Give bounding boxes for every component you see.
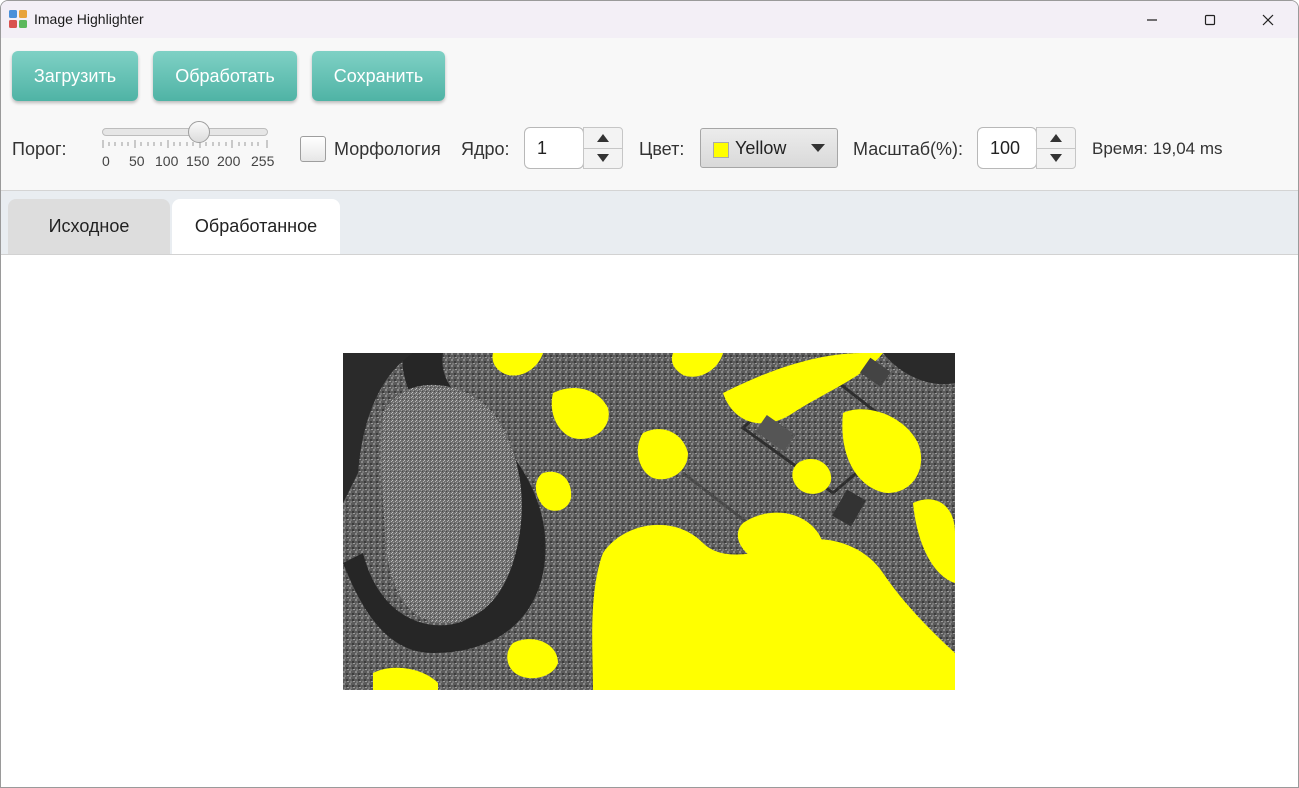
kernel-input[interactable]: 1: [524, 127, 584, 169]
kernel-stepper: [583, 127, 623, 169]
color-select-value: Yellow: [735, 138, 787, 158]
threshold-ticks: [102, 140, 268, 148]
maximize-button[interactable]: [1181, 1, 1239, 38]
threshold-slider-thumb[interactable]: [188, 121, 210, 143]
tick-label: 255: [251, 153, 275, 169]
kernel-label: Ядро:: [461, 139, 510, 159]
scale-label: Масштаб(%):: [853, 139, 964, 159]
threshold-label: Порог:: [12, 139, 67, 159]
title-bar: Image Highlighter: [1, 1, 1298, 38]
processing-time: Время: 19,04 ms: [1092, 139, 1223, 158]
scale-stepper: [1036, 127, 1076, 169]
tick-label: 100: [155, 153, 179, 169]
color-label: Цвет:: [639, 139, 685, 159]
processed-image: [343, 353, 955, 690]
content-area: [1, 255, 1298, 787]
minimize-icon: [1147, 18, 1157, 21]
tab-processed[interactable]: Обработанное: [172, 199, 340, 254]
tick-label: 200: [217, 153, 241, 169]
app-grid-icon: [9, 10, 27, 28]
morphology-checkbox[interactable]: [300, 136, 326, 162]
app-window: Image Highlighter Загрузить Обработать С…: [0, 0, 1299, 788]
close-icon: [1262, 14, 1274, 25]
kernel-decrement-button[interactable]: [584, 148, 622, 168]
arrow-up-icon: [597, 134, 609, 142]
tab-original[interactable]: Исходное: [8, 199, 170, 254]
arrow-down-icon: [597, 154, 609, 162]
satellite-image: [343, 353, 955, 690]
minimize-button[interactable]: [1123, 1, 1181, 38]
color-swatch: [713, 142, 729, 158]
save-button[interactable]: Сохранить: [312, 51, 445, 101]
tab-bar: Исходное Обработанное: [1, 191, 1298, 255]
process-button[interactable]: Обработать: [153, 51, 297, 101]
kernel-increment-button[interactable]: [584, 128, 622, 149]
chevron-down-icon: [811, 144, 825, 152]
arrow-up-icon: [1050, 134, 1062, 142]
color-select[interactable]: Yellow: [700, 128, 838, 168]
scale-increment-button[interactable]: [1037, 128, 1075, 149]
tick-label: 50: [129, 153, 145, 169]
scale-decrement-button[interactable]: [1037, 148, 1075, 168]
maximize-icon: [1204, 14, 1216, 25]
window-title: Image Highlighter: [34, 11, 144, 27]
morphology-label: Морфология: [334, 139, 441, 159]
load-button[interactable]: Загрузить: [12, 51, 138, 101]
arrow-down-icon: [1050, 154, 1062, 162]
tick-label: 150: [186, 153, 210, 169]
close-button[interactable]: [1239, 1, 1297, 38]
threshold-slider-track[interactable]: [102, 128, 268, 136]
tick-label: 0: [102, 153, 110, 169]
scale-input[interactable]: 100: [977, 127, 1037, 169]
toolbar: Загрузить Обработать Сохранить Порог: 0 …: [1, 38, 1298, 191]
